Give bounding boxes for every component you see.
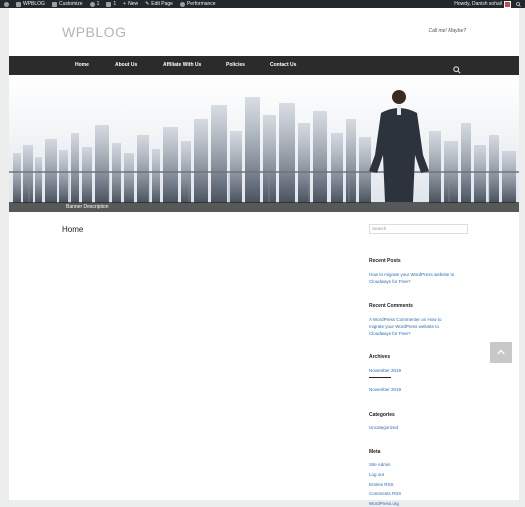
recent-comment-item[interactable]: A WordPress Commenter on How to migrate … <box>369 316 466 337</box>
categories-title: Categories <box>369 412 395 418</box>
category-link[interactable]: Uncategorized <box>369 424 398 431</box>
page-title: Home <box>62 225 84 234</box>
admin-bar-updates[interactable]: 1 <box>89 0 99 8</box>
site-header: WPBLOG Call me! Maybe? <box>9 8 519 56</box>
admin-bar-site-name[interactable]: WPBLOG <box>16 0 45 8</box>
admin-bar-customize[interactable]: Customize <box>51 0 83 8</box>
page: WPBLOG Call me! Maybe? Home About Us Aff… <box>9 8 519 506</box>
meta-link-log-out[interactable]: Log out <box>369 471 384 478</box>
meta-title: Meta <box>369 449 381 455</box>
city-skyline-image <box>9 90 519 203</box>
sidebar: Search Recent Posts How to migrate your … <box>369 224 468 506</box>
meta-link-entries-rss[interactable]: Entries RSS <box>369 481 394 488</box>
wordpress-logo-icon[interactable] <box>4 1 9 7</box>
businessman-figure <box>369 90 429 202</box>
meta-link-wordpress-org[interactable]: WordPress.org <box>369 500 399 507</box>
admin-bar-search-icon[interactable] <box>516 1 521 7</box>
pencil-icon: ✎ <box>145 1 150 7</box>
recent-comments-title: Recent Comments <box>369 303 413 309</box>
site-logo[interactable]: WPBLOG <box>62 24 126 40</box>
archive-link[interactable]: November 2019 <box>369 367 401 374</box>
archives-title: Archives <box>369 354 391 360</box>
admin-bar-comments[interactable]: 1 <box>106 0 116 8</box>
plus-icon: + <box>123 1 127 7</box>
meta-link-site-admin[interactable]: Site Admin <box>369 461 391 468</box>
nav-item-policies[interactable]: Policies <box>226 56 245 75</box>
admin-bar-new[interactable]: + New <box>123 0 138 8</box>
comment-icon <box>106 1 112 7</box>
admin-bar: WPBLOG Customize 1 1 + New ✎ Edit Page Per… <box>0 0 525 8</box>
chevron-up-icon <box>497 349 505 355</box>
nav-search-icon[interactable] <box>453 61 461 74</box>
hero-banner: Banner Description <box>9 75 519 212</box>
archive-link[interactable]: November 2019 <box>369 386 401 393</box>
site-tagline: Call me! Maybe? <box>428 28 466 34</box>
nav-item-home[interactable]: Home <box>75 56 89 75</box>
scroll-to-top-button[interactable] <box>490 342 512 363</box>
admin-bar-performance[interactable]: Performance <box>179 0 216 8</box>
avatar <box>504 0 511 8</box>
home-icon <box>16 1 21 7</box>
updates-icon <box>89 1 95 7</box>
nav-item-affiliate[interactable]: Affiliate With Us <box>163 56 201 75</box>
brush-icon <box>51 1 57 7</box>
performance-icon <box>179 1 185 7</box>
recent-post-link[interactable]: How to migrate your WordPress website to… <box>369 271 466 285</box>
admin-bar-account[interactable]: Howdy, Danish sohail <box>454 0 511 8</box>
search-input[interactable]: Search <box>369 224 468 234</box>
nav-item-about-us[interactable]: About Us <box>115 56 137 75</box>
main-navigation: Home About Us Affiliate With Us Policies… <box>9 56 519 75</box>
divider <box>369 377 391 378</box>
admin-bar-edit-page[interactable]: ✎ Edit Page <box>145 0 173 8</box>
banner-caption: Banner Description <box>9 202 519 212</box>
meta-link-comments-rss[interactable]: Comments RSS <box>369 490 401 497</box>
recent-posts-title: Recent Posts <box>369 258 401 264</box>
nav-item-contact-us[interactable]: Contact Us <box>270 56 296 75</box>
